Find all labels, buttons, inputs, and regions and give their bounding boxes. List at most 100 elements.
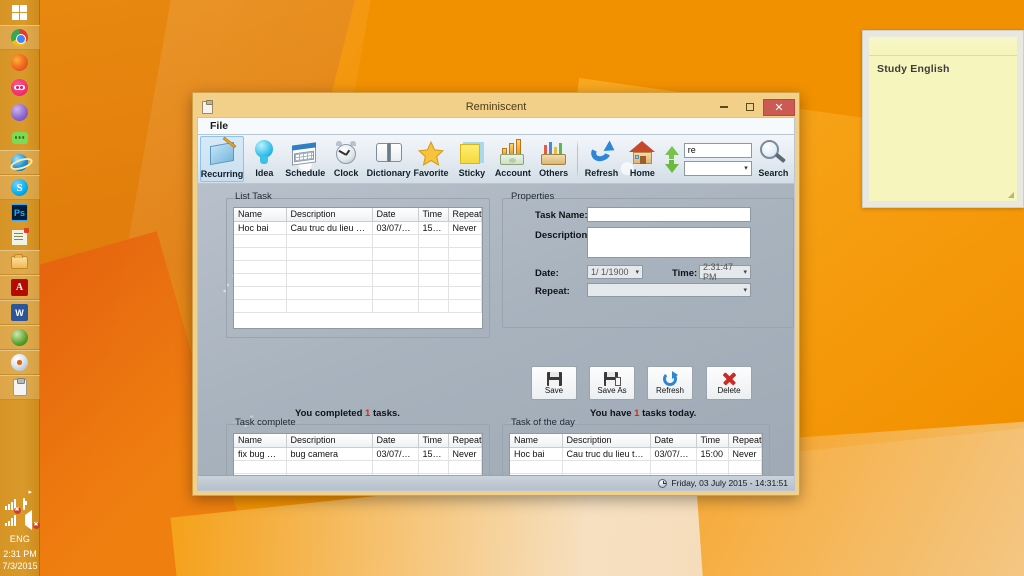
table-row[interactable]: . [510,460,762,474]
taskbar-item-adobe-reader[interactable]: A [0,275,40,300]
table-row[interactable]: . [234,273,482,287]
recurring-icon [209,136,236,169]
ribbon-label-account: Account [494,168,531,178]
col-time[interactable]: Time [418,434,449,448]
col-date[interactable]: Date [650,434,697,448]
taskbar-item-photoshop[interactable]: Ps [0,200,40,225]
completed-stat: You completed 1 tasks. [295,408,400,419]
col-description[interactable]: Description [286,208,373,222]
taskbar-item-uc-browser[interactable] [0,100,40,125]
cell-name: Hoc bai [510,447,563,461]
col-repeat[interactable]: Repeat [448,208,482,222]
table-row[interactable]: . [234,286,482,300]
table-row[interactable]: . [234,299,482,313]
tray-clock-time[interactable]: 2:31 PM [3,548,37,560]
ribbon-label-favorite: Favorite [413,168,449,178]
save-as-button[interactable]: Save As [589,366,635,400]
table-row[interactable]: Hoc bai Cau truc du lieu thuat t... 03/0… [234,221,482,235]
col-repeat[interactable]: Repeat [448,434,482,448]
col-name[interactable]: Name [234,434,287,448]
taskbar-item-internet-explorer[interactable] [0,150,40,175]
save-button[interactable]: Save [531,366,577,400]
ribbon-button-clock[interactable]: Clock [326,136,367,182]
ribbon-button-favorite[interactable]: Favorite [411,136,452,182]
taskbar-item-file-explorer[interactable] [0,250,40,275]
taskbar-item-disc-app[interactable] [0,350,40,375]
delete-button[interactable]: Delete [706,366,752,400]
maximize-button[interactable] [737,99,763,116]
ribbon-button-schedule[interactable]: Schedule [285,136,326,182]
taskbar-item-coccoc[interactable] [0,75,40,100]
ribbon-button-idea[interactable]: Idea [244,136,285,182]
task-name-input[interactable] [587,207,751,222]
network-error-icon[interactable]: ✖ [4,499,21,514]
close-button[interactable]: ✕ [763,98,795,116]
taskbar-item-messenger[interactable] [0,125,40,150]
taskbar-item-reminiscent[interactable] [0,375,40,400]
col-date[interactable]: Date [372,208,419,222]
sticky-note-pad[interactable]: Study English ◢ [869,37,1017,201]
group-legend-task-complete: Task complete [232,417,299,428]
list-task-grid[interactable]: Name Description Date Time Repeat Hoc ba… [233,207,483,329]
taskbar-item-chrome[interactable] [0,25,40,50]
tray-overflow-button[interactable]: ▸ [28,488,32,496]
table-row[interactable]: . [234,247,482,261]
delete-button-label: Delete [717,385,741,395]
ribbon-button-refresh[interactable]: Refresh [581,136,622,182]
down-arrow-icon[interactable] [664,159,679,173]
ribbon-label-idea: Idea [255,168,274,178]
table-row[interactable]: . [234,260,482,274]
volume-muted-icon[interactable]: ✖ [23,510,40,530]
ribbon-button-dictionary[interactable]: Dictionary [367,136,411,182]
ribbon-label-refresh: Refresh [584,168,619,178]
taskbar-item-notepad[interactable] [0,225,40,250]
ribbon-button-recurring[interactable]: Recurring [200,136,244,182]
start-button[interactable] [0,0,40,25]
window-titlebar[interactable]: Reminiscent ✕ [197,97,795,117]
ribbon-label-recurring: Recurring [200,169,244,179]
description-textarea[interactable] [587,227,751,258]
col-description[interactable]: Description [562,434,651,448]
minimize-button[interactable] [711,99,737,116]
reminiscent-window: Reminiscent ✕ File Recurring Idea Schedu… [192,92,800,496]
ribbon-button-account[interactable]: Account [492,136,533,182]
red-x-icon [722,372,737,386]
refresh-button[interactable]: Refresh [647,366,693,400]
col-name[interactable]: Name [234,208,287,222]
table-row[interactable]: fix bug Retotus bug camera 03/07/2015 15… [234,447,482,461]
repeat-combo[interactable]: ▾ [587,283,751,297]
taskbar-item-globe-app[interactable] [0,325,40,350]
ribbon-sort-arrows [663,136,681,182]
table-row[interactable]: . [234,234,482,248]
table-row[interactable]: . [234,460,482,474]
table-row[interactable]: Hoc bai Cau truc du lieu thuat t... 03/0… [510,447,762,461]
desktop-sticky-note[interactable]: Study English ◢ [862,30,1024,208]
taskbar-item-skype[interactable]: S [0,175,40,200]
col-time[interactable]: Time [696,434,729,448]
window-controls: ✕ [711,98,795,116]
col-name[interactable]: Name [510,434,563,448]
date-picker[interactable]: 1/ 1/1900 ▾ [587,265,643,279]
taskbar-item-word[interactable]: W [0,300,40,325]
tray-clock-date[interactable]: 7/3/2015 [2,560,37,572]
group-legend-task-of-the-day: Task of the day [508,417,578,428]
col-repeat[interactable]: Repeat [728,434,762,448]
tray-language[interactable]: ENG [10,534,30,544]
save-as-button-label: Save As [597,385,627,395]
ribbon-button-sticky[interactable]: Sticky [452,136,493,182]
ribbon-button-home[interactable]: Home [622,136,663,182]
taskbar-item-firefox[interactable] [0,50,40,75]
col-date[interactable]: Date [372,434,419,448]
menu-item-file[interactable]: File [206,120,232,132]
chevron-down-icon: ▾ [743,287,747,294]
col-description[interactable]: Description [286,434,373,448]
time-picker[interactable]: 2:31:47 PM ▾ [699,262,751,282]
search-category-combo[interactable]: ▾ [683,160,752,176]
resize-grip-icon[interactable]: ◢ [1008,190,1014,199]
col-time[interactable]: Time [418,208,449,222]
ribbon-button-search[interactable]: Search [755,136,792,182]
up-arrow-icon[interactable] [664,145,679,159]
search-input[interactable]: re [683,142,752,158]
signal-bars-icon[interactable] [4,515,18,528]
ribbon-button-others[interactable]: Others [533,136,574,182]
